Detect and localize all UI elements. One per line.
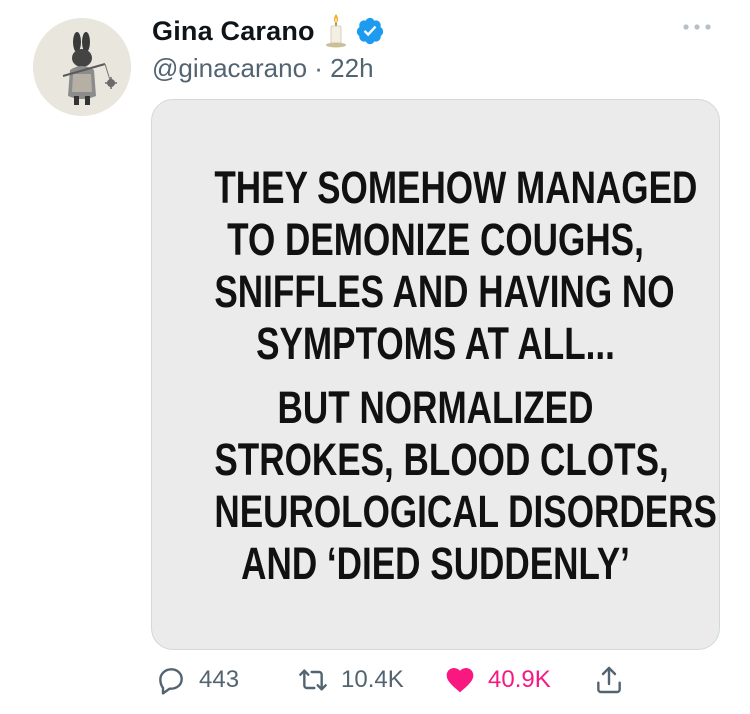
share-icon [597,666,621,694]
retweet-count: 10.4K [341,666,404,693]
author-handle-time: @ginacarano · 22h [152,53,374,83]
tweet-actions: 443 10.4K 40.9K [0,664,750,708]
reply-icon [159,668,183,695]
meme-line: BUT NORMALIZED [277,382,594,433]
meme-line: TO DEMONIZE COUGHS, [227,214,644,265]
author-row: Gina Carano [152,12,385,50]
meme-line: SYMPTOMS AT ALL... [256,318,615,369]
retweet-button[interactable]: 10.4K [297,664,404,696]
more-options-icon [683,24,711,30]
retweet-icon [299,669,327,691]
verified-badge-icon [356,17,383,45]
author-name[interactable]: Gina Carano [152,16,315,47]
like-button[interactable]: 40.9K [444,664,551,696]
heart-icon [446,668,474,693]
reply-button[interactable]: 443 [155,664,239,696]
meme-line: AND ‘DIED SUDDENLY’ [241,538,630,589]
meme-line: STROKES, BLOOD CLOTS, [214,434,669,485]
meme-line: SNIFFLES AND HAVING NO [214,266,675,317]
reply-count: 443 [199,666,240,693]
meme-text: THEY SOMEHOW MANAGED TO DEMONIZE COUGHS,… [152,162,719,590]
share-button[interactable] [593,664,625,696]
more-options-button[interactable] [679,17,715,37]
bunny-knight-icon [33,18,131,116]
meme-line: NEUROLOGICAL DISORDERS [214,486,717,537]
tweet-media-image[interactable]: THEY SOMEHOW MANAGED TO DEMONIZE COUGHS,… [151,99,720,650]
avatar[interactable] [33,18,131,116]
candle-icon [325,14,346,48]
meme-line: THEY SOMEHOW MANAGED [214,162,698,213]
like-count: 40.9K [488,666,551,693]
